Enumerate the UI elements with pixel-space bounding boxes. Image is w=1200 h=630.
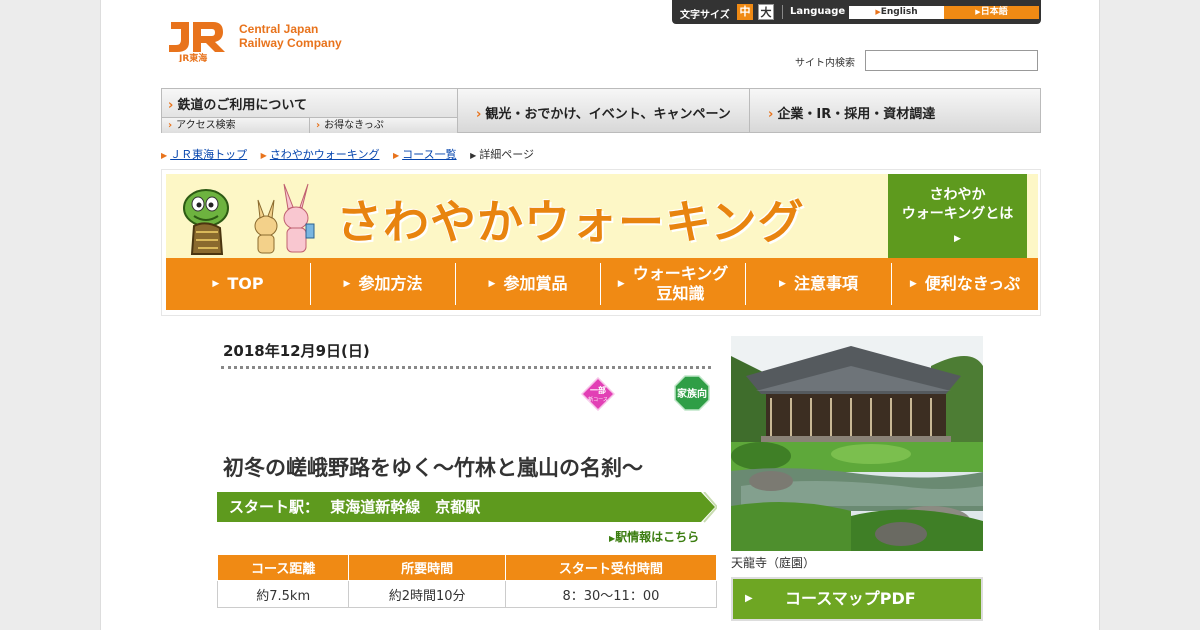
station-info-label: 駅情報はこちら bbox=[615, 530, 700, 544]
triangle-right-icon: ▶ bbox=[617, 279, 625, 289]
nav-sightseeing-label: 観光・おでかけ、イベント、キャンペーン bbox=[485, 107, 731, 122]
triangle-right-icon: ▶ bbox=[343, 279, 351, 289]
station-info-link[interactable]: ▶駅情報はこちら bbox=[609, 528, 699, 545]
photo-caption: 天龍寺（庭園） bbox=[731, 556, 816, 570]
triangle-right-icon: ▶ bbox=[392, 151, 400, 160]
chevron-right-icon: › bbox=[476, 107, 482, 122]
course-date: 2018年12月9日(日) bbox=[223, 342, 370, 360]
dotted-divider bbox=[221, 366, 711, 369]
triangle-right-icon: ▶ bbox=[779, 279, 786, 289]
logo-text: Central Japan Railway Company bbox=[239, 22, 342, 50]
partial-new-course-badge: 一部 新コース bbox=[581, 377, 615, 411]
site-search-input[interactable] bbox=[865, 50, 1038, 71]
course-title: 初冬の嵯峨野路をゆく～竹林と嵐山の名刹～ bbox=[223, 456, 643, 480]
header-duration: 所要時間 bbox=[348, 554, 506, 581]
banner-header: さわやかウォーキング さわやか ウォーキングとは ▶ bbox=[166, 174, 1038, 258]
chevron-right-icon: › bbox=[168, 98, 174, 113]
english-label: English bbox=[880, 7, 918, 17]
walking-title: さわやかウォーキング bbox=[336, 195, 805, 249]
start-station-bar: スタート駅： 東海道新幹線 京都駅 bbox=[217, 492, 701, 522]
utility-bar: 文字サイズ 中 大 Language ▶English ▶日本語 bbox=[672, 0, 1041, 24]
tenryuji-garden-photo bbox=[731, 336, 983, 551]
start-station-label: スタート駅： bbox=[229, 498, 320, 516]
english-button[interactable]: ▶English bbox=[849, 6, 944, 19]
course-map-pdf-button[interactable]: ▶ コースマップPDF bbox=[731, 577, 983, 621]
nav-tickets-label: お得なきっぷ bbox=[324, 120, 384, 131]
breadcrumb: ▶ ＪＲ東海トップ ▶ さわやかウォーキング ▶ コース一覧 ▶ 詳細ページ bbox=[161, 146, 544, 162]
chevron-right-icon: › bbox=[768, 107, 774, 122]
font-size-label: 文字サイズ bbox=[680, 10, 730, 21]
start-station-name: 東海道新幹線 京都駅 bbox=[330, 498, 481, 516]
breadcrumb-current: 詳細ページ bbox=[479, 148, 535, 161]
walking-nav-tips-label: ウォーキング 豆知識 bbox=[632, 264, 729, 303]
triangle-right-icon: ▶ bbox=[954, 234, 961, 244]
start-bar-end-icon bbox=[701, 492, 717, 523]
table-header-row: コース距離 所要時間 スタート受付時間 bbox=[216, 554, 718, 581]
walking-nav-how-to-join[interactable]: ▶ 参加方法 bbox=[311, 263, 456, 305]
course-map-pdf-label: コースマップPDF bbox=[785, 589, 916, 608]
header-start-time: スタート受付時間 bbox=[504, 554, 718, 581]
walking-nav-tips[interactable]: ▶ ウォーキング 豆知識 bbox=[601, 263, 746, 305]
font-size-medium-button[interactable]: 中 bbox=[737, 4, 753, 20]
value-duration: 約2時間10分 bbox=[348, 580, 506, 608]
global-nav: › 鉄道のご利用について › アクセス検索 › お得なきっぷ › 観光・おでかけ、イベン… bbox=[161, 88, 1041, 133]
walking-nav: ▶ TOP ▶ 参加方法 ▶ 参加賞品 ▶ ウォーキング 豆知識 ▶ 注意事項 ▶ 便利なき… bbox=[166, 258, 1038, 310]
table-row: 約7.5km 約2時間10分 8：30～11：00 bbox=[216, 580, 718, 608]
nav-tickets[interactable]: › お得なきっぷ bbox=[309, 117, 458, 133]
svg-text:新コース: 新コース bbox=[588, 396, 608, 403]
walking-nav-top[interactable]: ▶ TOP bbox=[166, 263, 311, 305]
jr-central-logo[interactable]: JR東海 Central Japan Railway Company bbox=[165, 16, 355, 64]
nav-sightseeing[interactable]: › 観光・おでかけ、イベント、キャンペーン bbox=[457, 88, 750, 133]
triangle-right-icon: ▶ bbox=[212, 279, 220, 289]
site-search-label: サイト内検索 bbox=[795, 58, 855, 69]
nav-access-search-label: アクセス検索 bbox=[176, 120, 236, 131]
svg-text:一部: 一部 bbox=[590, 385, 606, 395]
chevron-right-icon: › bbox=[168, 120, 173, 131]
language-label: Language bbox=[790, 6, 846, 17]
walking-nav-notes[interactable]: ▶ 注意事項 bbox=[746, 263, 892, 305]
triangle-right-icon: ▶ bbox=[161, 151, 168, 160]
triangle-right-icon: ▶ bbox=[745, 593, 753, 604]
walking-nav-tickets[interactable]: ▶ 便利なきっぷ bbox=[892, 263, 1038, 305]
breadcrumb-walking[interactable]: さわやかウォーキング bbox=[270, 148, 380, 161]
walking-nav-top-label: TOP bbox=[227, 274, 264, 293]
walking-nav-prizes[interactable]: ▶ 参加賞品 bbox=[456, 263, 601, 305]
what-is-walking-label: さわやか ウォーキングとは bbox=[901, 187, 1014, 222]
what-is-walking-button[interactable]: さわやか ウォーキングとは ▶ bbox=[888, 174, 1027, 258]
page: JR東海 Central Japan Railway Company 文字サイズ… bbox=[100, 0, 1100, 630]
triangle-right-icon: ▶ bbox=[470, 151, 477, 160]
walking-nav-notes-label: 注意事項 bbox=[793, 274, 858, 293]
nav-railway-label: 鉄道のご利用について bbox=[177, 98, 307, 113]
japanese-button[interactable]: ▶日本語 bbox=[944, 6, 1039, 19]
mascot-illustration bbox=[183, 183, 315, 255]
nav-corporate-label: 企業・IR・採用・資材調達 bbox=[777, 107, 936, 122]
chevron-right-icon: › bbox=[316, 120, 321, 131]
triangle-right-icon: ▶ bbox=[260, 151, 267, 160]
value-distance: 約7.5km bbox=[216, 580, 350, 608]
walking-banner: さわやかウォーキング さわやか ウォーキングとは ▶ ▶ TOP ▶ 参加方法 ▶ 参… bbox=[161, 169, 1041, 316]
svg-text:家族向: 家族向 bbox=[677, 387, 707, 400]
divider bbox=[782, 5, 783, 19]
nav-railway[interactable]: › 鉄道のご利用について › アクセス検索 › お得なきっぷ bbox=[161, 88, 458, 133]
font-size-large-button[interactable]: 大 bbox=[758, 4, 774, 20]
walking-nav-prizes-label: 参加賞品 bbox=[503, 274, 568, 293]
japanese-label: 日本語 bbox=[980, 7, 1008, 17]
family-badge: 家族向 bbox=[674, 375, 710, 411]
triangle-right-icon: ▶ bbox=[909, 279, 917, 289]
breadcrumb-course-list[interactable]: コース一覧 bbox=[402, 148, 456, 161]
nav-access-search[interactable]: › アクセス検索 bbox=[162, 117, 309, 133]
walking-nav-tickets-label: 便利なきっぷ bbox=[924, 274, 1021, 293]
course-map-pdf-inner: ▶ コースマップPDF bbox=[733, 579, 981, 619]
course-info-table: コース距離 所要時間 スタート受付時間 約7.5km 約2時間10分 8：30～… bbox=[216, 554, 718, 608]
header-distance: コース距離 bbox=[216, 554, 350, 581]
walking-nav-how-to-join-label: 参加方法 bbox=[358, 274, 423, 293]
svg-text:JR東海: JR東海 bbox=[178, 52, 207, 62]
start-station: スタート駅： 東海道新幹線 京都駅 bbox=[217, 492, 717, 524]
nav-corporate[interactable]: › 企業・IR・採用・資材調達 bbox=[749, 88, 1041, 133]
value-start-time: 8：30～11：00 bbox=[504, 580, 718, 608]
triangle-right-icon: ▶ bbox=[488, 279, 496, 289]
breadcrumb-jr-top[interactable]: ＪＲ東海トップ bbox=[170, 148, 247, 161]
jr-logo-icon: JR東海 bbox=[169, 22, 225, 62]
